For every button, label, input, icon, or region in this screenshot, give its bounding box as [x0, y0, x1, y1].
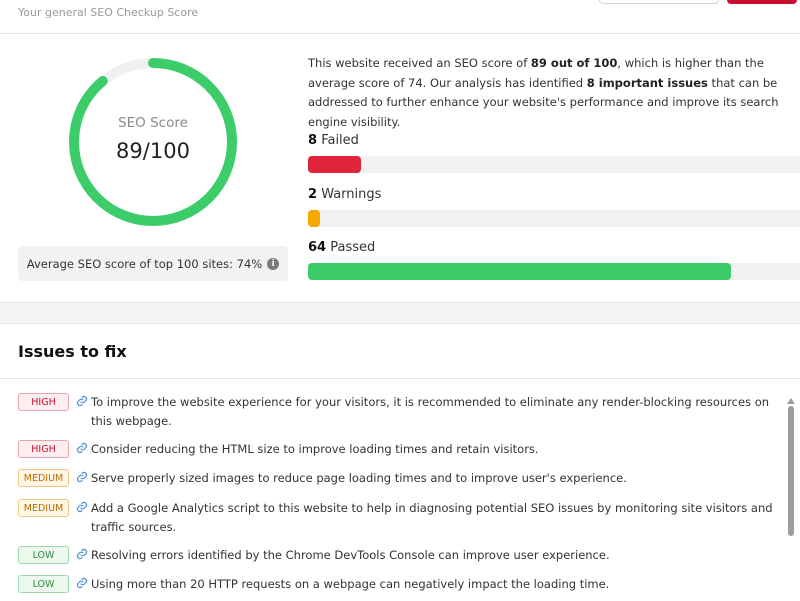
warnings-bar-track	[308, 210, 800, 227]
warnings-metric: 2 Warnings	[308, 187, 800, 227]
info-icon[interactable]: i	[267, 257, 280, 270]
link-icon[interactable]	[76, 501, 88, 513]
url-input[interactable]	[599, 0, 719, 4]
warnings-label: 2 Warnings	[308, 187, 800, 202]
page-subtitle: Your general SEO Checkup Score	[18, 6, 199, 19]
score-summary: This website received an SEO score of 89…	[308, 54, 790, 132]
score-section: SEO Score 89/100 Average SEO score of to…	[0, 35, 800, 302]
seo-score-gauge: SEO Score 89/100	[66, 55, 240, 229]
scroll-up-arrow-icon[interactable]	[787, 398, 795, 404]
warnings-label-text: Warnings	[321, 187, 382, 202]
passed-bar-track	[308, 263, 800, 280]
issue-text: To improve the website experience for yo…	[91, 395, 770, 428]
severity-badge: MEDIUM	[18, 499, 69, 517]
link-icon[interactable]	[76, 395, 88, 407]
seo-score-value: 89/100	[116, 139, 190, 163]
failed-count: 8	[308, 133, 318, 148]
summary-score: 89 out of 100	[530, 56, 618, 70]
passed-label-text: Passed	[330, 240, 376, 255]
average-score-box: Average SEO score of top 100 sites: 74% …	[18, 246, 288, 281]
issues-title: Issues to fix	[18, 342, 127, 361]
failed-metric: 8 Failed	[308, 133, 800, 173]
average-score-text: Average SEO score of top 100 sites: 74%	[26, 256, 263, 271]
passed-metric: 64 Passed	[308, 240, 800, 280]
issues-list: HIGH To improve the website experience f…	[0, 380, 800, 601]
severity-badge: LOW	[18, 546, 69, 564]
issues-header: Issues to fix	[0, 324, 800, 379]
passed-count: 64	[308, 240, 327, 255]
failed-label-text: Failed	[321, 133, 359, 148]
failed-bar-track	[308, 156, 800, 173]
link-icon[interactable]	[76, 548, 88, 560]
issue-text: Resolving errors identified by the Chrom…	[91, 548, 610, 562]
issue-text: Add a Google Analytics script to this we…	[91, 501, 773, 534]
issue-text: Serve properly sized images to reduce pa…	[91, 471, 627, 485]
section-divider	[0, 302, 800, 324]
warnings-bar-fill	[308, 210, 321, 227]
issue-text: Using more than 20 HTTP requests on a we…	[91, 577, 610, 591]
severity-badge: HIGH	[18, 393, 69, 411]
link-icon[interactable]	[76, 442, 88, 454]
failed-label: 8 Failed	[308, 133, 800, 148]
warnings-count: 2	[308, 187, 318, 202]
passed-label: 64 Passed	[308, 240, 800, 255]
severity-badge: HIGH	[18, 440, 69, 458]
issues-scrollbar[interactable]	[787, 398, 795, 601]
severity-badge: MEDIUM	[18, 469, 69, 487]
failed-bar-fill	[308, 156, 361, 173]
scroll-thumb[interactable]	[788, 406, 794, 536]
summary-issues-count: 8 important issues	[586, 75, 708, 90]
link-icon[interactable]	[76, 577, 88, 589]
action-button[interactable]	[727, 0, 797, 4]
link-icon[interactable]	[76, 471, 88, 483]
summary-text: This website received an SEO score of	[308, 56, 531, 70]
severity-badge: LOW	[18, 575, 69, 593]
passed-bar-fill	[308, 263, 732, 280]
issue-text: Consider reducing the HTML size to impro…	[91, 442, 539, 456]
top-header: Your general SEO Checkup Score	[0, 0, 800, 34]
seo-score-label: SEO Score	[118, 115, 188, 131]
